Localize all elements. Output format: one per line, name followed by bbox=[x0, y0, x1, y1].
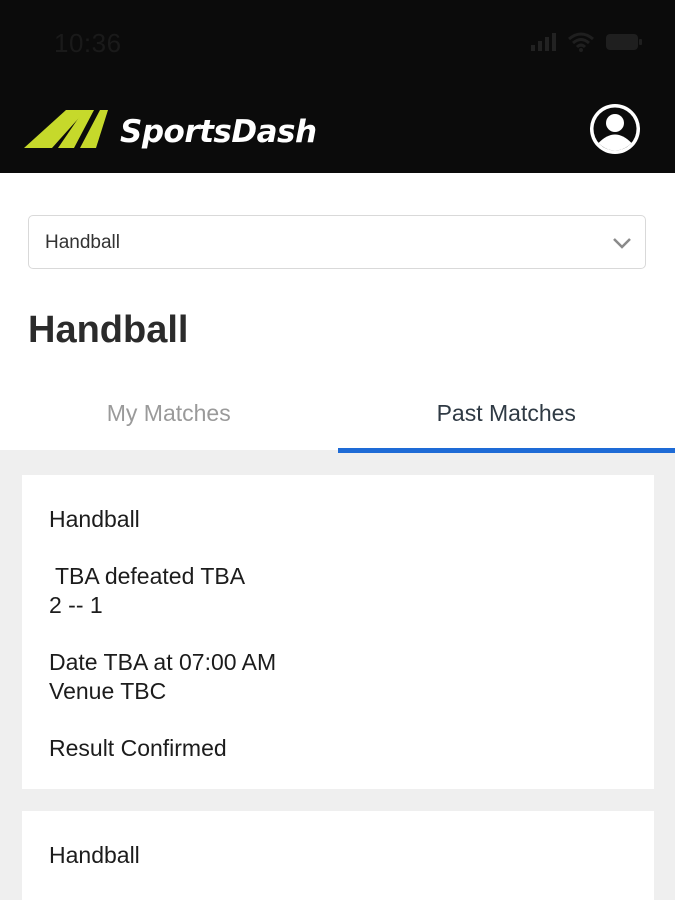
tab-past-matches[interactable]: Past Matches bbox=[337, 391, 675, 453]
user-circle-icon bbox=[588, 104, 642, 160]
match-sport: Handball bbox=[49, 506, 140, 532]
app-name: SportsDash bbox=[120, 113, 317, 150]
match-sport: Handball bbox=[49, 842, 140, 868]
sport-select[interactable]: Handball bbox=[28, 215, 646, 269]
content-header: Handball Handball My Matches Past Matche… bbox=[0, 173, 675, 453]
app-screen: 10:36 SportsDash Handball Handball My Ma… bbox=[0, 0, 675, 900]
tab-my-matches[interactable]: My Matches bbox=[0, 391, 338, 453]
status-icons bbox=[531, 32, 643, 57]
match-tabs: My Matches Past Matches bbox=[0, 391, 675, 453]
match-venue: Venue TBC bbox=[49, 678, 167, 704]
signal-icon bbox=[531, 33, 557, 56]
active-tab-indicator bbox=[337, 448, 675, 453]
match-status: Result Confirmed bbox=[49, 735, 227, 761]
header-bar: SportsDash bbox=[0, 88, 675, 173]
page-title: Handball bbox=[28, 309, 189, 351]
match-card[interactable]: Handball TBA defeated TBA 2 -- 1 Date TB… bbox=[22, 475, 654, 789]
match-date: Date TBA at 07:00 AM bbox=[49, 649, 277, 675]
tab-label: My Matches bbox=[106, 400, 231, 426]
status-time: 10:36 bbox=[54, 28, 122, 58]
app-logo[interactable]: SportsDash bbox=[24, 106, 317, 157]
match-result-line: TBA defeated TBA bbox=[49, 563, 246, 589]
chevron-down-icon bbox=[611, 232, 633, 254]
logo-stripes-icon bbox=[24, 106, 110, 157]
match-card[interactable]: Handball bbox=[22, 811, 654, 900]
app-header: 10:36 SportsDash bbox=[0, 0, 675, 173]
match-score: 2 -- 1 bbox=[49, 592, 103, 618]
profile-button[interactable] bbox=[588, 102, 642, 156]
battery-icon bbox=[605, 32, 643, 57]
tab-label: Past Matches bbox=[436, 400, 576, 426]
sport-select-value: Handball bbox=[45, 232, 120, 253]
wifi-icon bbox=[567, 32, 595, 57]
